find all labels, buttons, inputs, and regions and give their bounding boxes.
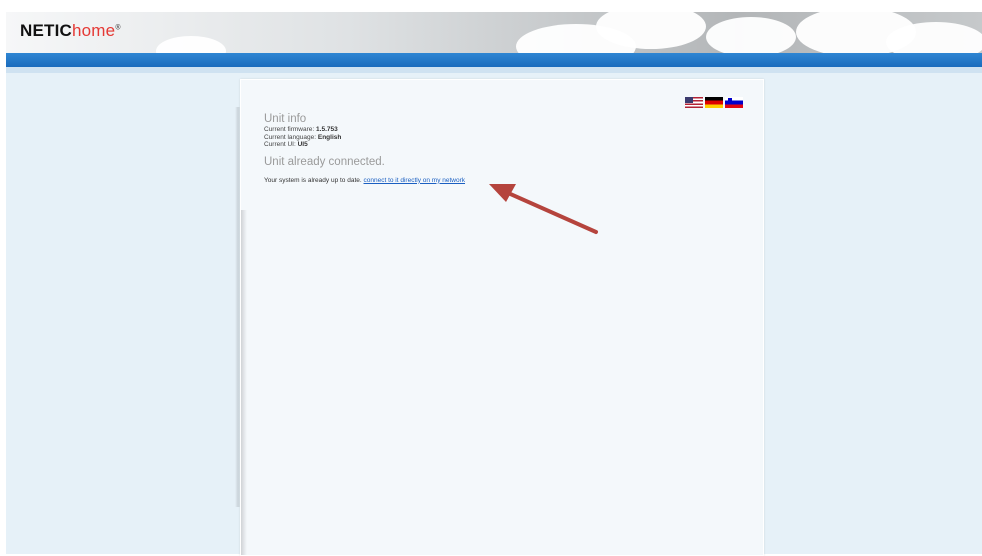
unit-info-content: Unit info Current firmware: 1.5.753 Curr… bbox=[264, 113, 465, 184]
language-label: Current language: bbox=[264, 133, 317, 141]
language-value: English bbox=[317, 133, 342, 141]
unit-info-panel: Unit info Current firmware: 1.5.753 Curr… bbox=[240, 79, 764, 556]
header-banner: NETIChome® bbox=[6, 12, 982, 53]
panel-inner-shade bbox=[241, 210, 247, 555]
netichome-logo[interactable]: NETIChome® bbox=[20, 21, 121, 41]
language-selector bbox=[685, 97, 743, 108]
ui-line: Current UI: UI5 bbox=[264, 141, 465, 149]
us-flag-icon[interactable] bbox=[685, 97, 703, 108]
logo-part-home: home bbox=[72, 21, 116, 40]
connection-status-title: Unit already connected. bbox=[264, 155, 385, 168]
cloud-decoration bbox=[706, 17, 796, 53]
ui-label: Current UI: bbox=[264, 141, 296, 148]
cloud-decoration bbox=[886, 22, 982, 53]
firmware-label: Current firmware: bbox=[264, 126, 315, 133]
logo-part-netic: NETIC bbox=[20, 21, 72, 40]
light-divider bbox=[6, 67, 982, 73]
german-flag-icon[interactable] bbox=[705, 97, 723, 108]
language-line: Current language: English bbox=[264, 134, 465, 142]
registered-mark: ® bbox=[115, 24, 121, 32]
status-message: Your system is already up to date. bbox=[264, 176, 362, 184]
slovenian-flag-icon[interactable] bbox=[725, 97, 743, 108]
app-frame: NETIChome® Unit info Current firmware: 1… bbox=[6, 12, 982, 556]
firmware-line: Current firmware: 1.5.753 bbox=[264, 126, 465, 134]
connect-directly-link[interactable]: connect to it directly on my network bbox=[364, 177, 466, 184]
status-message-line: Your system is already up to date. conne… bbox=[264, 177, 465, 184]
firmware-value: 1.5.753 bbox=[316, 126, 338, 133]
unit-info-title: Unit info bbox=[264, 113, 307, 125]
cloud-decoration bbox=[156, 36, 226, 53]
ui-value: UI5 bbox=[297, 141, 308, 148]
blue-nav-bar bbox=[6, 53, 982, 67]
